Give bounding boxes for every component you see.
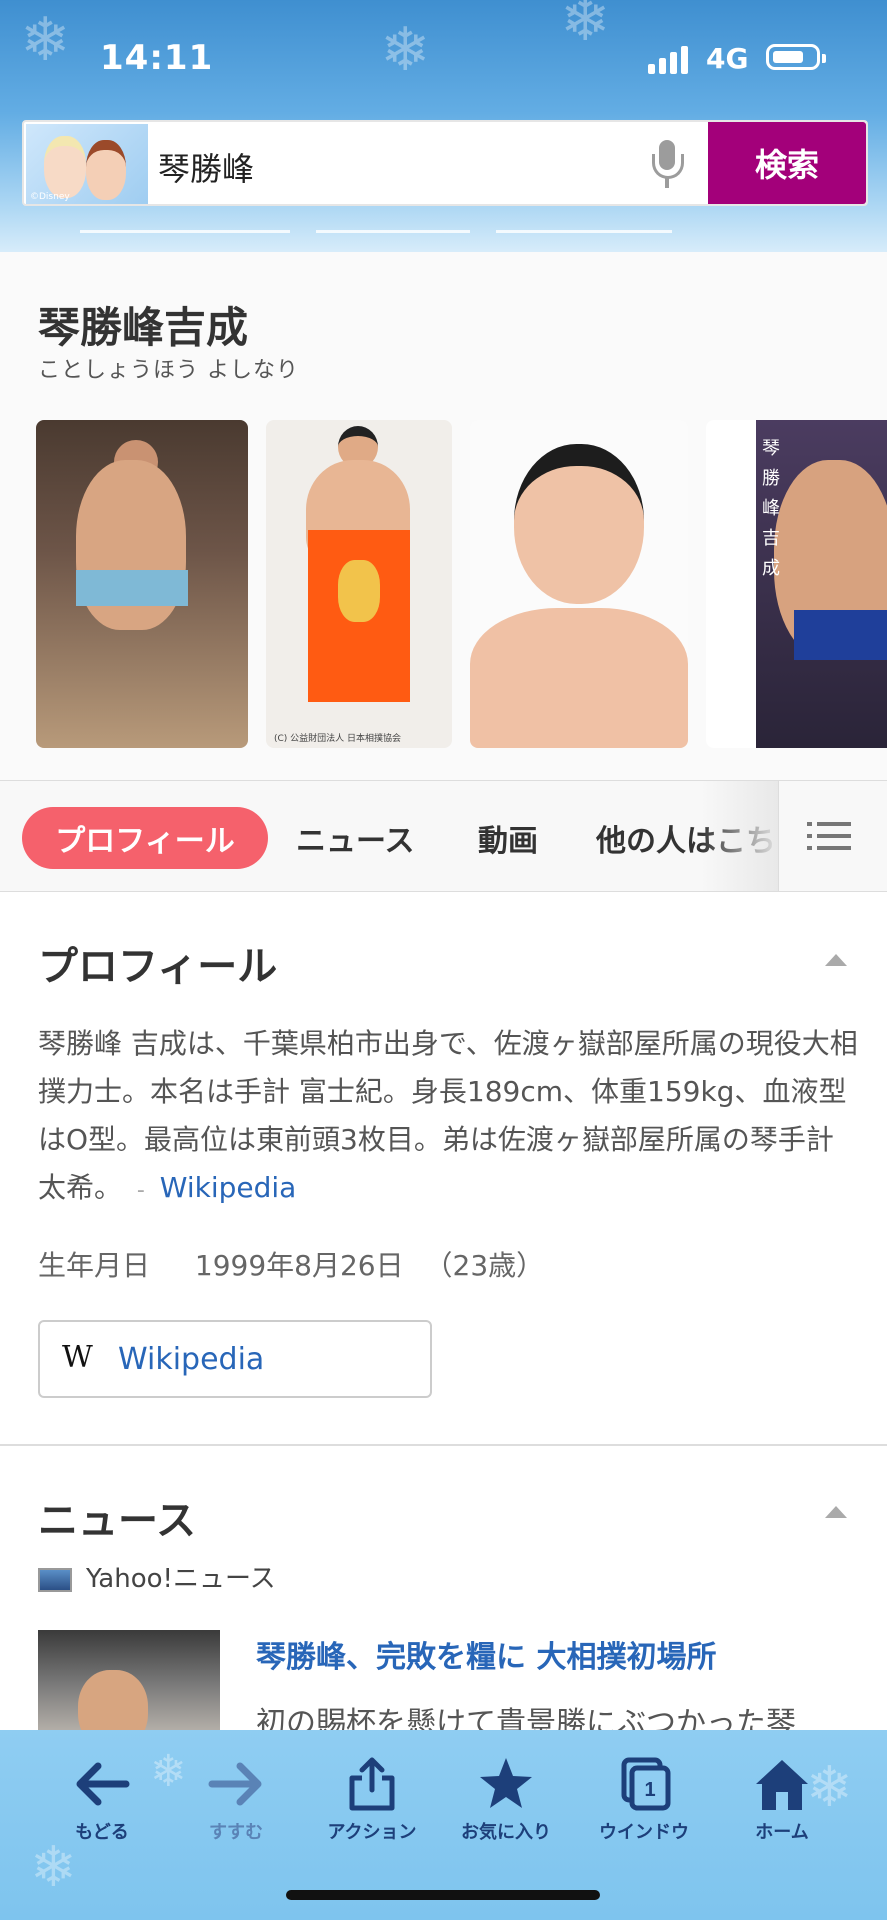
home-icon: [752, 1756, 812, 1812]
search-bar: ©Disney 琴勝峰 検索: [22, 120, 868, 206]
profile-description: 琴勝峰 吉成は、千葉県柏市出身で、佐渡ヶ嶽部屋所属の現役大相撲力士。本名は手計 …: [38, 1027, 858, 1204]
window-count-badge: 1: [644, 1779, 655, 1801]
snowflake-decoration: ❄: [30, 1835, 77, 1900]
birth-date: 1999年8月26日: [194, 1249, 404, 1282]
section-title: ニュース: [38, 1498, 196, 1544]
profile-section: プロフィール 琴勝峰 吉成は、千葉県柏市出身で、佐渡ヶ嶽部屋所属の現役大相撲力士…: [0, 892, 887, 1446]
signal-icon: [648, 44, 692, 74]
photo-caption: (C) 公益財団法人 日本相撲協会: [274, 734, 402, 744]
theme-avatar[interactable]: ©Disney: [26, 124, 148, 204]
microphone-icon[interactable]: [652, 140, 684, 192]
tab-profile[interactable]: プロフィール: [22, 807, 268, 869]
collapse-caret-icon[interactable]: [825, 954, 847, 966]
share-icon: [342, 1756, 402, 1812]
forward-arrow-icon: [206, 1756, 266, 1812]
window-button[interactable]: 1 ウインドウ: [584, 1756, 704, 1844]
entity-name: 琴勝峰吉成: [38, 303, 249, 352]
photo-wrestler-portrait[interactable]: [470, 420, 688, 748]
photo-caption: 琴勝峰吉成: [762, 438, 780, 579]
wikipedia-icon: W: [62, 1340, 93, 1375]
star-icon: [476, 1756, 536, 1812]
birth-label: 生年月日: [38, 1249, 151, 1282]
search-button[interactable]: 検索: [708, 122, 866, 204]
network-type: 4G: [706, 42, 749, 75]
news-provider-icon: [38, 1567, 72, 1592]
action-button[interactable]: アクション: [312, 1756, 432, 1844]
birth-info: 生年月日 1999年8月26日 （23歳）: [38, 1244, 544, 1284]
tab-menu-button[interactable]: [778, 781, 887, 891]
back-arrow-icon: [72, 1756, 132, 1812]
news-section: ニュース Yahoo!ニュース 琴勝峰、完敗を糧に 大相撲初場所 初の賜杯を懸け…: [0, 1446, 887, 1760]
avatar-caption: ©Disney: [30, 192, 70, 202]
status-bar: 14:11 4G: [0, 0, 887, 110]
news-headline-link[interactable]: 琴勝峰、完敗を糧に 大相撲初場所: [256, 1632, 716, 1676]
wikipedia-link[interactable]: Wikipedia: [160, 1171, 297, 1204]
age: （23歳）: [424, 1249, 545, 1282]
entity-reading: ことしょうほう よしなり: [38, 358, 299, 383]
section-title: プロフィール: [38, 944, 278, 990]
forward-button[interactable]: すすむ: [176, 1756, 296, 1844]
photo-wrestler-bout[interactable]: [36, 420, 248, 748]
photo-wrestler-apron[interactable]: (C) 公益財団法人 日本相撲協会: [266, 420, 452, 748]
favorites-button[interactable]: お気に入り: [446, 1756, 566, 1844]
status-time: 14:11: [100, 38, 214, 78]
knowledge-panel: 琴勝峰吉成 ことしょうほう よしなり (C) 公益財団法人 日本相撲協会 琴勝峰…: [0, 252, 887, 780]
window-icon: 1: [614, 1756, 674, 1812]
battery-icon: [766, 44, 826, 70]
news-provider: Yahoo!ニュース: [38, 1558, 276, 1595]
photo-carousel[interactable]: (C) 公益財団法人 日本相撲協会 琴勝峰吉成: [36, 420, 887, 750]
search-input[interactable]: 琴勝峰: [158, 144, 254, 190]
back-button[interactable]: もどる: [42, 1756, 162, 1844]
section-tabs: プロフィール ニュース 動画 他の人はこち: [0, 780, 887, 892]
photo-wrestler-ring[interactable]: 琴勝峰吉成: [706, 420, 887, 748]
tab-news[interactable]: ニュース: [296, 807, 415, 869]
wikipedia-button-label: Wikipedia: [118, 1342, 265, 1377]
home-button[interactable]: ホーム: [722, 1756, 842, 1844]
collapse-caret-icon[interactable]: [825, 1506, 847, 1518]
tab-video[interactable]: 動画: [478, 807, 538, 869]
header: ❄ ❄ ❄ ❄ 14:11 4G ©Disney 琴勝峰 検索: [0, 0, 887, 252]
home-indicator[interactable]: [286, 1890, 600, 1900]
wikipedia-button[interactable]: W Wikipedia: [38, 1320, 432, 1398]
